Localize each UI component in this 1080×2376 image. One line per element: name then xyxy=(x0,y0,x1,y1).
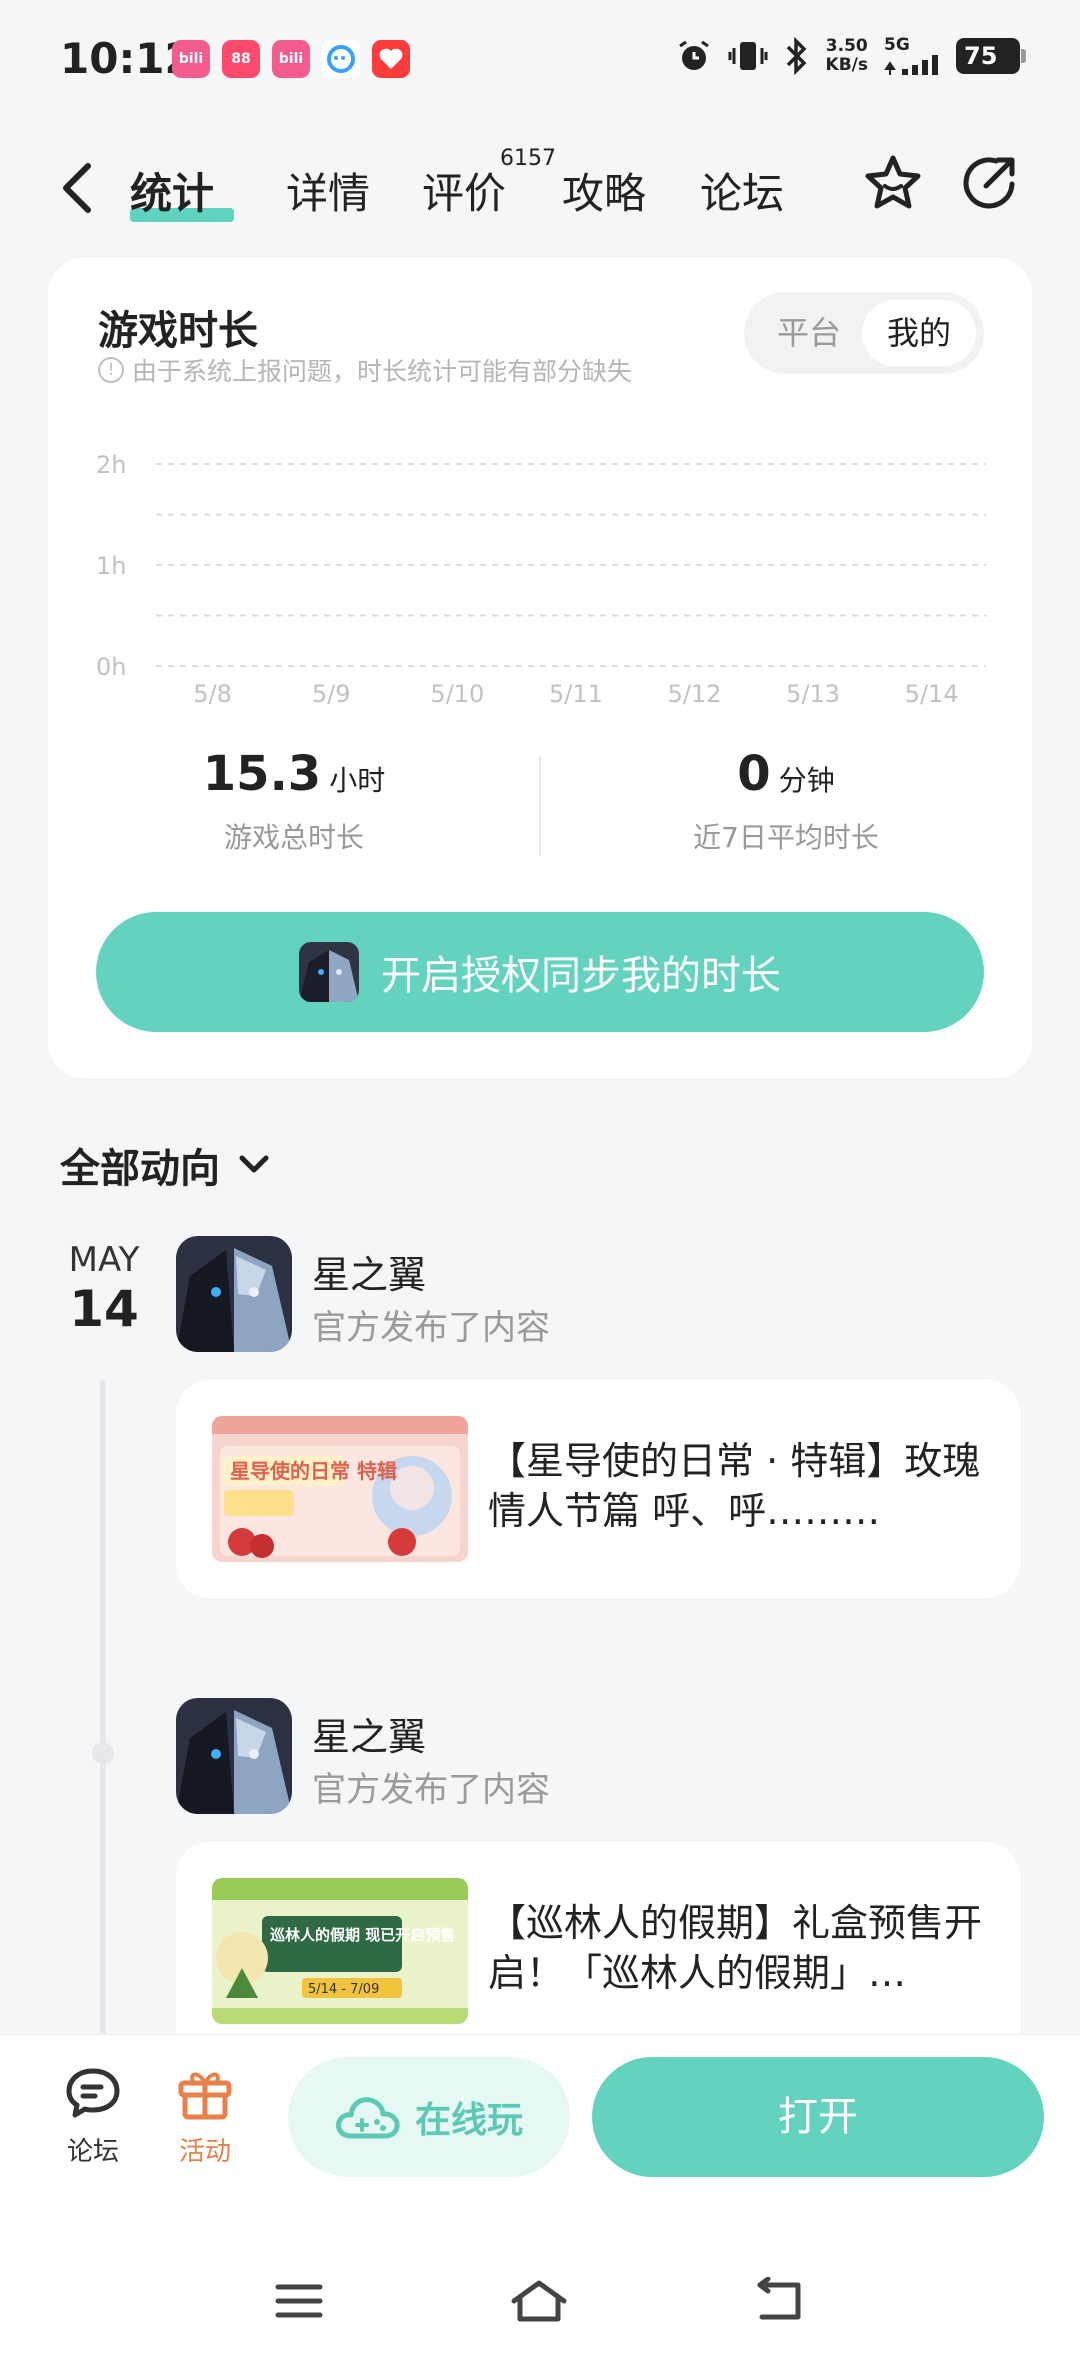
chart-y-tick-label: 2h xyxy=(96,451,126,479)
play-online-label: 在线玩 xyxy=(414,2100,523,2141)
total-stat: 15.3 小时 游戏总时长 xyxy=(48,746,540,856)
vibrate-icon xyxy=(728,41,768,70)
note-text: 由于系统上报问题，时长统计可能有部分缺失 xyxy=(132,357,633,386)
forum-button[interactable]: 论坛 xyxy=(48,2065,138,2168)
tab-forum[interactable]: 论坛 xyxy=(700,160,784,221)
chat-app-icon xyxy=(322,40,360,78)
gift-icon xyxy=(178,2072,232,2120)
system-nav-bar xyxy=(0,2265,1080,2345)
thumb-date: 5/14 - 7/09 xyxy=(308,1982,379,1997)
chart-x-tick-label: 5/10 xyxy=(430,680,484,708)
post-text: 【巡林人的假期】礼盒预售开启！「巡林人的假期」… xyxy=(488,1901,983,1995)
segment-control: 平台 我的 xyxy=(744,292,984,374)
game-avatar-icon xyxy=(299,942,359,1002)
timeline-dot xyxy=(92,1742,114,1764)
bluetooth-icon xyxy=(786,36,807,75)
home-icon[interactable] xyxy=(508,2277,570,2325)
back-button[interactable] xyxy=(56,158,100,218)
total-unit: 小时 xyxy=(329,764,386,797)
tab-stats[interactable]: 统计 xyxy=(130,160,214,221)
card-note: ! 由于系统上报问题，时长统计可能有部分缺失 xyxy=(98,352,632,388)
chart-x-tick-label: 5/14 xyxy=(905,680,959,708)
chart-y-tick-label: 0h xyxy=(96,653,126,681)
author-avatar[interactable] xyxy=(176,1236,292,1352)
chart-x-tick-label: 5/13 xyxy=(786,680,840,708)
post-card[interactable]: 星导使的日常 特辑 【星导使的日常 · 特辑】玫瑰情人节篇 呼、呼……… xyxy=(176,1380,1020,1598)
total-label: 游戏总时长 xyxy=(223,821,364,854)
post-thumbnail: 星导使的日常 特辑 xyxy=(212,1416,468,1562)
alarm-icon xyxy=(678,40,709,70)
feed-filter[interactable]: 全部动向 xyxy=(60,1136,274,1194)
share-icon[interactable] xyxy=(956,150,1022,216)
post-text: 【星导使的日常 · 特辑】玫瑰情人节篇 呼、呼……… xyxy=(488,1439,981,1533)
date-day: 14 xyxy=(69,1280,139,1338)
author-action: 官方发布了内容 xyxy=(312,1770,550,1810)
activity-button[interactable]: 活动 xyxy=(160,2065,250,2168)
play-time-card: 游戏时长 ! 由于系统上报问题，时长统计可能有部分缺失 平台 我的 2h 1h 0h… xyxy=(48,258,1032,1078)
author-name[interactable]: 星之翼 xyxy=(312,1706,426,1761)
photo-app-icon: 88 xyxy=(222,40,260,78)
feed-filter-label: 全部动向 xyxy=(60,1146,220,1192)
timeline-line xyxy=(100,1380,106,2040)
net-speed: 3.50 KB/s xyxy=(825,35,868,75)
review-count-badge: 6157 xyxy=(500,146,556,171)
average-value: 0 xyxy=(737,746,771,802)
activity-label: 活动 xyxy=(178,2137,231,2167)
chevron-down-icon xyxy=(239,1155,269,1173)
header-tabs: 统计 详情 评价 6157 攻略 论坛 xyxy=(0,140,1080,240)
cloud-gamepad-icon xyxy=(336,2097,400,2139)
tab-details[interactable]: 详情 xyxy=(286,160,370,221)
post-card[interactable]: 巡林人的假期 现已开启预售 5/14 - 7/09 【巡林人的假期】礼盒预售开启… xyxy=(176,1842,1020,2060)
heart-app-icon xyxy=(372,40,410,78)
star-icon[interactable] xyxy=(860,150,926,216)
play-time-chart: 2h 1h 0h 5/8 5/9 5/10 5/11 5/12 5/13 5/14 xyxy=(96,451,986,708)
status-right: 3.50 KB/s 5G 75 xyxy=(676,35,1026,75)
signal-icon xyxy=(884,55,938,75)
post-thumbnail: 巡林人的假期 现已开启预售 5/14 - 7/09 xyxy=(212,1878,468,2024)
status-app-icons: bili 88 bili xyxy=(172,40,410,78)
author-action: 官方发布了内容 xyxy=(312,1308,550,1348)
battery-indicator: 75 xyxy=(956,37,1026,74)
chart-x-tick-label: 5/8 xyxy=(193,680,232,708)
forum-icon xyxy=(66,2068,120,2118)
total-value: 15.3 xyxy=(202,746,322,802)
bilibili-icon: bili xyxy=(172,40,210,78)
status-bar: 10:12 bili 88 bili 3.50 KB/s 5G 75 xyxy=(0,0,1080,120)
chart-y-tick-label: 1h xyxy=(96,552,126,580)
back-nav-icon[interactable] xyxy=(752,2277,808,2325)
chart-x-tick-label: 5/12 xyxy=(668,680,722,708)
sync-playtime-button[interactable]: 开启授权同步我的时长 xyxy=(96,912,984,1032)
chart-x-tick-label: 5/9 xyxy=(312,680,351,708)
average-stat: 0 分钟 近7日平均时长 xyxy=(540,746,1032,856)
open-game-button[interactable]: 打开 xyxy=(592,2057,1044,2177)
menu-icon[interactable] xyxy=(274,2279,324,2323)
author-name[interactable]: 星之翼 xyxy=(312,1244,426,1299)
thumb-title: 星导使的日常 特辑 xyxy=(230,1459,397,1483)
chart-x-tick-label: 5/11 xyxy=(549,680,603,708)
segment-platform[interactable]: 平台 xyxy=(752,300,866,366)
bottom-action-bar: 论坛 活动 在线玩 打开 xyxy=(0,2034,1080,2376)
average-unit: 分钟 xyxy=(778,764,835,797)
date-month: MAY xyxy=(68,1240,140,1280)
tab-guides[interactable]: 攻略 xyxy=(562,160,646,221)
info-icon: ! xyxy=(98,357,124,383)
bilibili-icon: bili xyxy=(272,40,310,78)
tab-reviews[interactable]: 评价 xyxy=(422,160,506,221)
play-online-button[interactable]: 在线玩 xyxy=(288,2057,570,2177)
stats-row: 15.3 小时 游戏总时长 0 分钟 近7日平均时长 xyxy=(48,746,1032,856)
forum-label: 论坛 xyxy=(66,2137,119,2167)
sync-playtime-label: 开启授权同步我的时长 xyxy=(381,953,781,999)
signal-indicator: 5G xyxy=(884,36,940,75)
average-label: 近7日平均时长 xyxy=(693,821,879,854)
thumb-title: 巡林人的假期 现已开启预售 xyxy=(270,1926,455,1944)
segment-mine[interactable]: 我的 xyxy=(862,300,976,366)
author-avatar[interactable] xyxy=(176,1698,292,1814)
card-title: 游戏时长 xyxy=(98,308,258,354)
